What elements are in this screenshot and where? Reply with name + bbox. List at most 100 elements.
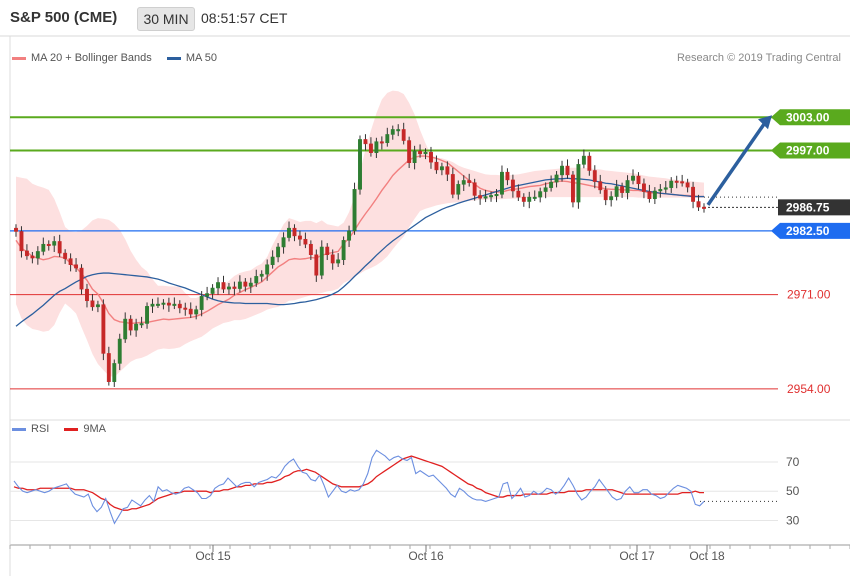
resistance-label: 3003.00 bbox=[786, 110, 830, 124]
candle-body bbox=[79, 267, 84, 290]
candle-body bbox=[85, 288, 89, 302]
candle-body bbox=[549, 181, 554, 188]
support-label: 2971.00 bbox=[787, 288, 831, 302]
candle-body bbox=[68, 258, 73, 265]
candle-body bbox=[128, 318, 133, 331]
candle-body bbox=[63, 252, 68, 259]
candle-body bbox=[188, 308, 193, 315]
candle-body bbox=[112, 363, 117, 382]
candle-body bbox=[232, 286, 237, 289]
candle-body bbox=[609, 196, 614, 201]
candle-body bbox=[571, 174, 575, 203]
candle-body bbox=[685, 182, 690, 188]
candle-body bbox=[450, 174, 455, 195]
candle-body bbox=[396, 129, 401, 132]
candle-body bbox=[423, 151, 428, 155]
candle-body bbox=[254, 276, 259, 284]
candle-body bbox=[90, 300, 95, 308]
candle-body bbox=[106, 353, 111, 382]
candle-body bbox=[57, 241, 62, 254]
candle-body bbox=[139, 323, 144, 326]
candle-body bbox=[123, 318, 128, 340]
candle-body bbox=[205, 293, 210, 297]
candle-body bbox=[407, 140, 412, 163]
candle-body bbox=[270, 256, 275, 265]
candle-body bbox=[696, 201, 701, 208]
candle-body bbox=[680, 181, 685, 184]
candle-body bbox=[445, 166, 450, 175]
candle-body bbox=[620, 186, 625, 193]
candle-body bbox=[625, 180, 630, 193]
candle-body bbox=[314, 254, 319, 276]
candle-body bbox=[587, 155, 592, 171]
candle-body bbox=[35, 251, 40, 259]
candle-body bbox=[24, 250, 29, 257]
candle-body bbox=[456, 184, 461, 195]
candle-body bbox=[281, 237, 286, 248]
candle-body bbox=[461, 180, 466, 185]
candle-body bbox=[516, 190, 521, 198]
candle-body bbox=[341, 240, 346, 260]
candle-body bbox=[95, 304, 100, 308]
candle-body bbox=[494, 194, 499, 197]
pivot-label: 2982.50 bbox=[786, 224, 830, 238]
candle-body bbox=[30, 255, 35, 259]
candle-body bbox=[538, 191, 543, 198]
candle-body bbox=[647, 191, 652, 200]
candle-body bbox=[368, 143, 373, 153]
candle-body bbox=[74, 264, 79, 269]
candle-body bbox=[303, 238, 308, 245]
rsi-tick-label: 70 bbox=[786, 455, 800, 469]
time-axis-label: Oct 15 bbox=[195, 549, 231, 563]
candle-body bbox=[379, 141, 384, 144]
candle-body bbox=[489, 195, 493, 198]
candle-body bbox=[161, 302, 166, 305]
candle-body bbox=[292, 227, 297, 237]
candle-body bbox=[543, 187, 548, 192]
candle-body bbox=[276, 246, 281, 258]
rsi-tick-label: 30 bbox=[786, 513, 800, 527]
candle-body bbox=[598, 181, 603, 191]
candle-body bbox=[210, 287, 215, 294]
candle-body bbox=[702, 206, 706, 209]
candle-body bbox=[14, 227, 18, 232]
candle-body bbox=[500, 171, 504, 195]
candle-body bbox=[199, 296, 204, 310]
candle-body bbox=[385, 134, 390, 144]
candle-body bbox=[330, 254, 335, 264]
candle-body bbox=[336, 259, 341, 264]
candle-body bbox=[297, 235, 302, 240]
candle-body bbox=[439, 166, 444, 171]
candle-body bbox=[194, 309, 199, 315]
candle-body bbox=[429, 151, 433, 163]
candle-body bbox=[674, 180, 679, 183]
candle-body bbox=[521, 196, 526, 202]
candle-body bbox=[641, 183, 646, 192]
candle-body bbox=[527, 196, 532, 202]
chart-canvas[interactable]: 3003.00 2997.00 2986.75 2982.50 2971.00 2954.… bbox=[0, 0, 850, 576]
candle-body bbox=[691, 186, 696, 202]
candle-body bbox=[237, 281, 242, 289]
candle-body bbox=[172, 303, 177, 306]
projection-arrow-line bbox=[706, 120, 768, 206]
candle-body bbox=[41, 243, 46, 252]
candle-body bbox=[134, 323, 139, 331]
candle-body bbox=[46, 243, 51, 246]
candle-body bbox=[52, 241, 57, 246]
candle-body bbox=[101, 304, 106, 354]
candle-body bbox=[614, 186, 619, 197]
rsi-ma9-line bbox=[13, 455, 704, 511]
candle-body bbox=[265, 264, 270, 275]
candle-body bbox=[554, 174, 559, 183]
candle-body bbox=[325, 246, 330, 256]
candle-body bbox=[565, 165, 570, 176]
candle-body bbox=[663, 187, 668, 190]
candle-body bbox=[259, 273, 264, 277]
candle-body bbox=[581, 155, 586, 165]
candle-body bbox=[145, 306, 149, 324]
candle-body bbox=[434, 161, 439, 171]
candle-body bbox=[150, 303, 155, 307]
candle-body bbox=[576, 164, 581, 203]
candle-body bbox=[478, 195, 483, 199]
candle-body bbox=[592, 170, 597, 182]
